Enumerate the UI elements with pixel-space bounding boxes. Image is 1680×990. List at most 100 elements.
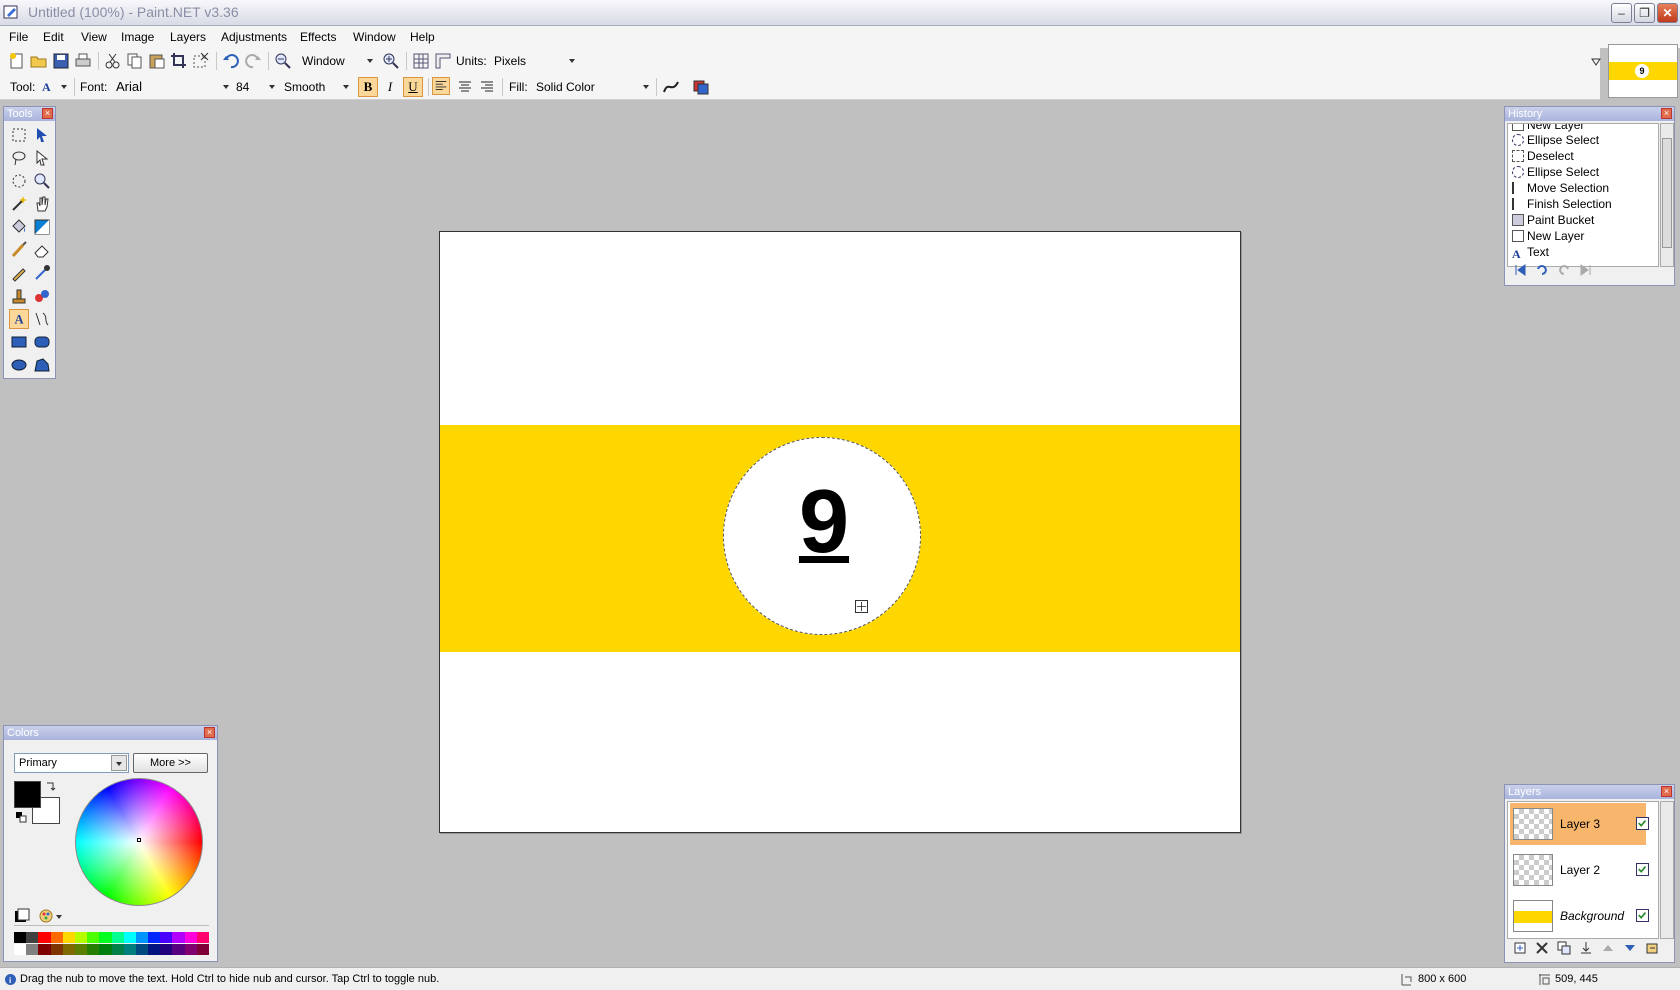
- ball-number-text[interactable]: 9: [780, 472, 868, 572]
- color-mode-select[interactable]: Primary: [14, 753, 129, 773]
- chevron-down-icon[interactable]: [56, 915, 62, 919]
- paintbrush-icon[interactable]: [9, 240, 29, 260]
- new-icon[interactable]: [8, 52, 26, 70]
- duplicate-layer-icon[interactable]: [1557, 941, 1571, 955]
- palette-swatch[interactable]: [14, 944, 27, 955]
- gradient-icon[interactable]: [32, 217, 52, 237]
- color-palette[interactable]: [14, 932, 209, 956]
- move-layer-down-icon[interactable]: [1623, 941, 1637, 955]
- copy-icon[interactable]: [126, 52, 144, 70]
- restore-button[interactable]: ❐: [1634, 3, 1655, 23]
- layer-properties-icon[interactable]: [1645, 941, 1659, 955]
- more-colors-button[interactable]: More >>: [133, 753, 208, 773]
- text-tool-icon[interactable]: A: [9, 309, 29, 329]
- history-item[interactable]: A Text: [1512, 245, 1549, 260]
- color-picker-icon[interactable]: [32, 263, 52, 283]
- rectangle-icon[interactable]: [9, 332, 29, 352]
- history-scroll-thumb[interactable]: [1662, 138, 1672, 248]
- colors-panel-close-button[interactable]: ×: [204, 727, 215, 738]
- font-family-select[interactable]: Arial: [112, 77, 232, 97]
- palette-swatch[interactable]: [184, 932, 197, 943]
- palette-swatch[interactable]: [196, 944, 209, 955]
- undo-icon[interactable]: [1535, 263, 1549, 277]
- blend-mode-icon[interactable]: [692, 78, 710, 96]
- palette-swatch[interactable]: [26, 932, 39, 943]
- palette-swatch[interactable]: [123, 944, 136, 955]
- pan-tool-icon[interactable]: [32, 194, 52, 214]
- align-center-icon[interactable]: [456, 78, 474, 96]
- zoom-mode-select[interactable]: Window: [298, 51, 376, 71]
- history-item[interactable]: Move Selection: [1512, 181, 1609, 196]
- redo-icon[interactable]: [1557, 263, 1571, 277]
- primary-color-swatch[interactable]: [14, 781, 41, 808]
- thumbnail-menu-icon[interactable]: [1590, 56, 1602, 68]
- rectangle-select-icon[interactable]: [9, 125, 29, 145]
- add-layer-icon[interactable]: [1513, 941, 1527, 955]
- palette-add-icon[interactable]: [14, 908, 30, 924]
- align-left-icon[interactable]: [432, 77, 450, 95]
- palette-swatch[interactable]: [160, 932, 173, 943]
- menu-adjustments[interactable]: Adjustments: [221, 30, 287, 44]
- history-item[interactable]: Deselect: [1512, 149, 1574, 164]
- layer-row-background[interactable]: Background: [1510, 895, 1649, 937]
- palette-swatch[interactable]: [123, 932, 136, 943]
- history-item[interactable]: New Layer: [1512, 124, 1584, 133]
- palette-swatch[interactable]: [135, 944, 149, 955]
- palette-swatch[interactable]: [111, 944, 124, 955]
- palette-swatch[interactable]: [87, 944, 100, 955]
- menu-image[interactable]: Image: [121, 30, 154, 44]
- history-item[interactable]: Paint Bucket: [1512, 213, 1594, 228]
- antialias-select[interactable]: Smooth: [280, 77, 352, 97]
- eraser-icon[interactable]: [32, 240, 52, 260]
- palette-swatch[interactable]: [38, 932, 51, 943]
- palette-swatch[interactable]: [184, 944, 197, 955]
- palette-swatch[interactable]: [111, 932, 124, 943]
- layer-visibility-checkbox[interactable]: [1636, 817, 1649, 830]
- redo-icon[interactable]: [244, 52, 262, 70]
- palette-swatch[interactable]: [135, 932, 149, 943]
- paste-icon[interactable]: [148, 52, 166, 70]
- palette-swatch[interactable]: [148, 944, 161, 955]
- cut-icon[interactable]: [104, 52, 122, 70]
- bold-button[interactable]: B: [358, 77, 378, 97]
- underline-button[interactable]: U: [403, 77, 423, 97]
- menu-layers[interactable]: Layers: [170, 30, 206, 44]
- zoom-in-icon[interactable]: [382, 52, 400, 70]
- palette-swatch[interactable]: [50, 932, 63, 943]
- color-wheel[interactable]: [75, 778, 203, 906]
- save-icon[interactable]: [52, 52, 70, 70]
- color-wheel-cursor[interactable]: [137, 838, 141, 842]
- minimize-button[interactable]: –: [1611, 3, 1632, 23]
- palette-swatch[interactable]: [172, 944, 185, 955]
- palette-swatch[interactable]: [14, 932, 27, 943]
- history-panel-close-button[interactable]: ×: [1661, 108, 1672, 119]
- rewind-icon[interactable]: [1513, 263, 1527, 277]
- grid-icon[interactable]: [412, 52, 430, 70]
- recolor-icon[interactable]: [32, 286, 52, 306]
- pencil-icon[interactable]: [9, 263, 29, 283]
- merge-layer-down-icon[interactable]: [1579, 941, 1593, 955]
- font-size-select[interactable]: 84: [232, 77, 278, 97]
- layer-visibility-checkbox[interactable]: [1636, 863, 1649, 876]
- crop-icon[interactable]: [170, 52, 188, 70]
- tools-panel-close-button[interactable]: ×: [42, 108, 53, 119]
- fill-select[interactable]: Solid Color: [532, 77, 652, 97]
- zoom-out-icon[interactable]: [274, 52, 292, 70]
- history-scrollbar[interactable]: [1660, 123, 1674, 267]
- magic-wand-icon[interactable]: [9, 194, 29, 214]
- units-select[interactable]: Pixels: [490, 51, 578, 71]
- close-button[interactable]: ✕: [1657, 3, 1678, 23]
- delete-layer-icon[interactable]: [1535, 941, 1549, 955]
- image-canvas[interactable]: 9: [439, 231, 1241, 833]
- menu-edit[interactable]: Edit: [43, 30, 64, 44]
- palette-swatch[interactable]: [26, 944, 39, 955]
- layers-scrollbar[interactable]: [1660, 801, 1674, 939]
- history-item[interactable]: Ellipse Select: [1512, 165, 1599, 180]
- fast-forward-icon[interactable]: [1579, 263, 1593, 277]
- history-item[interactable]: New Layer: [1512, 229, 1584, 244]
- layers-panel-close-button[interactable]: ×: [1661, 786, 1672, 797]
- swap-colors-icon[interactable]: [45, 781, 56, 792]
- palette-swatch[interactable]: [50, 944, 63, 955]
- move-layer-up-icon[interactable]: [1601, 941, 1615, 955]
- print-icon[interactable]: [74, 52, 92, 70]
